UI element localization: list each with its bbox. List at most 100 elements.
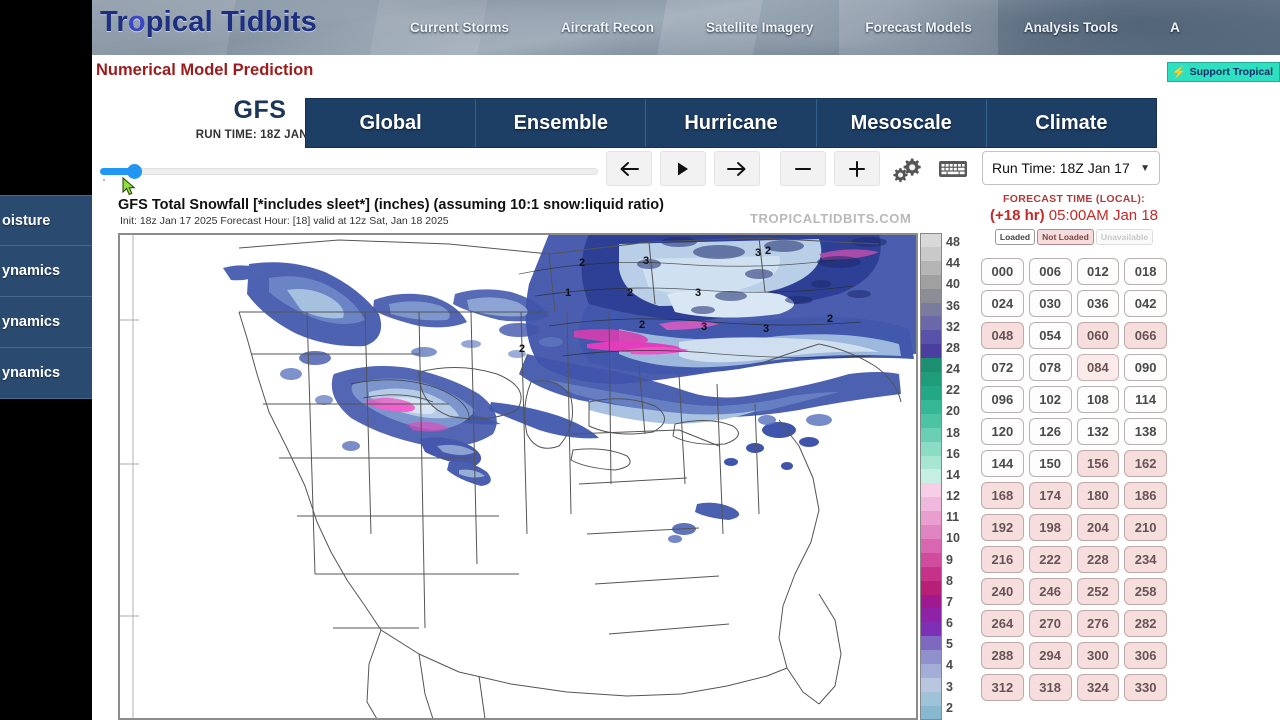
next-frame-button[interactable]	[714, 151, 760, 186]
forecast-hour-090[interactable]: 090	[1124, 354, 1167, 381]
forecast-hour-216[interactable]: 216	[981, 546, 1024, 573]
colorbar-segment	[920, 246, 942, 261]
nav-item-analysis-tools[interactable]: Analysis Tools	[998, 0, 1144, 55]
forecast-hour-312[interactable]: 312	[981, 674, 1024, 701]
forecast-hour-042[interactable]: 042	[1124, 290, 1167, 317]
forecast-hour-120[interactable]: 120	[981, 418, 1024, 445]
support-button[interactable]: ⚡ Support Tropical	[1166, 62, 1280, 82]
zoom-in-button[interactable]	[834, 151, 880, 186]
forecast-hour-030[interactable]: 030	[1028, 290, 1072, 317]
page-title: Numerical Model Prediction	[96, 61, 314, 79]
sidebar-item-moisture[interactable]: oisture	[0, 195, 92, 246]
forecast-hour-084[interactable]: 084	[1076, 354, 1120, 381]
colorbar-tick-44: 44	[946, 256, 960, 271]
contour-label: 3	[763, 323, 769, 335]
settings-button[interactable]	[888, 152, 926, 186]
map-canvas: 2 3 3 1 2 3 2 2 3 3 2 2	[119, 234, 917, 719]
forecast-hour-036[interactable]: 036	[1076, 290, 1120, 317]
nav-item-forecast-models[interactable]: Forecast Models	[839, 0, 998, 55]
play-button[interactable]	[660, 151, 706, 186]
nav-item-satellite-imagery[interactable]: Satellite Imagery	[680, 0, 839, 55]
forecast-hour-102[interactable]: 102	[1028, 386, 1072, 413]
plus-icon	[849, 160, 865, 177]
forecast-hour-276[interactable]: 276	[1076, 610, 1120, 637]
forecast-hour-258[interactable]: 258	[1124, 578, 1167, 605]
forecast-hour-024[interactable]: 024	[981, 290, 1024, 317]
forecast-hour-132[interactable]: 132	[1076, 418, 1120, 445]
forecast-hour-150[interactable]: 150	[1028, 450, 1072, 477]
forecast-hour-174[interactable]: 174	[1028, 482, 1072, 509]
forecast-hour-288[interactable]: 288	[981, 642, 1024, 669]
forecast-hour-222[interactable]: 222	[1028, 546, 1072, 573]
forecast-hour-228[interactable]: 228	[1076, 546, 1120, 573]
forecast-hour-204[interactable]: 204	[1076, 514, 1120, 541]
forecast-hour-138[interactable]: 138	[1124, 418, 1167, 445]
forecast-hour-066[interactable]: 066	[1124, 322, 1167, 349]
site-logo[interactable]: Tropical Tidbits	[100, 6, 317, 39]
forecast-hour-060[interactable]: 060	[1076, 322, 1120, 349]
sidebar-item-label: ynamics	[2, 263, 61, 279]
forecast-hour-330[interactable]: 330	[1124, 674, 1167, 701]
tab-ensemble[interactable]: Ensemble	[476, 99, 647, 147]
forecast-hour-318[interactable]: 318	[1028, 674, 1072, 701]
forecast-hour-240[interactable]: 240	[981, 578, 1024, 605]
forecast-hour-198[interactable]: 198	[1028, 514, 1072, 541]
forecast-hour-126[interactable]: 126	[1028, 418, 1072, 445]
run-time-select[interactable]: Run Time: 18Z Jan 17 ▼	[982, 151, 1160, 185]
slider-tick	[103, 179, 105, 181]
forecast-hour-252[interactable]: 252	[1076, 578, 1120, 605]
forecast-hour-018[interactable]: 018	[1124, 258, 1167, 285]
forecast-hour-096[interactable]: 096	[981, 386, 1024, 413]
forecast-hour-006[interactable]: 006	[1028, 258, 1072, 285]
colorbar-segment	[920, 594, 942, 609]
sidebar-item-dynamics-2[interactable]: ynamics	[0, 297, 92, 348]
forecast-hour-156[interactable]: 156	[1076, 450, 1120, 477]
forecast-hour-078[interactable]: 078	[1028, 354, 1072, 381]
frame-slider[interactable]	[100, 163, 598, 181]
forecast-hour-108[interactable]: 108	[1076, 386, 1120, 413]
prev-frame-button[interactable]	[606, 151, 652, 186]
colorbar	[920, 233, 942, 720]
forecast-hour-114[interactable]: 114	[1124, 386, 1167, 413]
tab-mesoscale[interactable]: Mesoscale	[817, 99, 987, 147]
forecast-hour-072[interactable]: 072	[981, 354, 1024, 381]
keyboard-shortcuts-button[interactable]	[934, 152, 972, 186]
forecast-hour-054[interactable]: 054	[1028, 322, 1072, 349]
tab-global[interactable]: Global	[306, 99, 477, 147]
forecast-hour-210[interactable]: 210	[1124, 514, 1167, 541]
forecast-hour-246[interactable]: 246	[1028, 578, 1072, 605]
forecast-hour-300[interactable]: 300	[1076, 642, 1120, 669]
zoom-out-button[interactable]	[780, 151, 826, 186]
forecast-hour-144[interactable]: 144	[981, 450, 1024, 477]
forecast-hour-180[interactable]: 180	[1076, 482, 1120, 509]
forecast-hour-282[interactable]: 282	[1124, 610, 1167, 637]
arrow-right-icon	[727, 161, 746, 176]
forecast-hour-306[interactable]: 306	[1124, 642, 1167, 669]
forecast-hour-048[interactable]: 048	[981, 322, 1024, 349]
sidebar-item-dynamics-3[interactable]: ynamics	[0, 348, 92, 399]
forecast-map[interactable]: 2 3 3 1 2 3 2 2 3 3 2 2	[118, 233, 918, 720]
tab-hurricane[interactable]: Hurricane	[646, 99, 817, 147]
forecast-hour-324[interactable]: 324	[1076, 674, 1120, 701]
forecast-hour-192[interactable]: 192	[981, 514, 1024, 541]
colorbar-tick-7: 7	[946, 594, 953, 609]
nav-item-aircraft-recon[interactable]: Aircraft Recon	[535, 0, 680, 55]
slider-track[interactable]	[100, 168, 598, 175]
forecast-hour-000[interactable]: 000	[981, 258, 1024, 285]
tab-climate[interactable]: Climate	[987, 99, 1156, 147]
colorbar-segment	[920, 678, 942, 692]
nav-item-truncated[interactable]: A	[1144, 0, 1206, 55]
sidebar-item-dynamics-1[interactable]: ynamics	[0, 246, 92, 297]
colorbar-tick-20: 20	[946, 404, 960, 419]
forecast-hour-234[interactable]: 234	[1124, 546, 1167, 573]
forecast-hour-186[interactable]: 186	[1124, 482, 1167, 509]
map-title: GFS Total Snowfall [*includes sleet*] (i…	[118, 197, 664, 213]
forecast-hour-162[interactable]: 162	[1124, 450, 1167, 477]
forecast-hour-012[interactable]: 012	[1076, 258, 1120, 285]
forecast-hour-264[interactable]: 264	[981, 610, 1024, 637]
colorbar-segment	[920, 260, 942, 275]
forecast-hour-294[interactable]: 294	[1028, 642, 1072, 669]
forecast-hour-168[interactable]: 168	[981, 482, 1024, 509]
forecast-hour-270[interactable]: 270	[1028, 610, 1072, 637]
nav-item-current-storms[interactable]: Current Storms	[384, 0, 535, 55]
